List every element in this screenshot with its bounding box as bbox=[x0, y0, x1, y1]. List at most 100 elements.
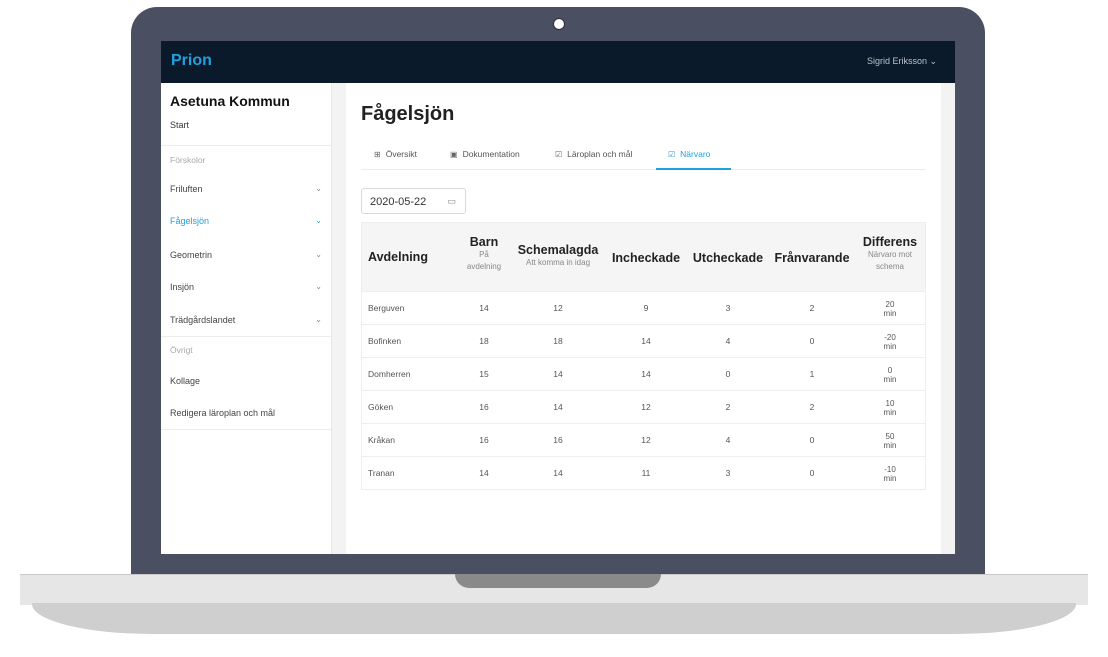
cell-barn: 14 bbox=[479, 468, 489, 478]
content-panel: Fågelsjön ⊞ Översikt ▣ Dokumentation ☑ Läro… bbox=[346, 83, 941, 554]
tab-oversikt[interactable]: ⊞ Översikt bbox=[374, 149, 417, 159]
sidebar-item-redigera-laroplan[interactable]: Redigera läroplan och mål bbox=[170, 408, 322, 418]
cell-schemalagda: 14 bbox=[553, 402, 563, 412]
column-header-utcheckade[interactable]: Utcheckade bbox=[688, 223, 768, 291]
sidebar-item-friluften[interactable]: Friluften ⌄ bbox=[170, 184, 322, 194]
brand-logo[interactable]: Prion bbox=[171, 52, 212, 70]
sidebar-item-label: Insjön bbox=[170, 282, 195, 292]
cell-utcheckade: 4 bbox=[725, 336, 731, 346]
header-sublabel: Att komma in idag bbox=[525, 258, 591, 267]
divider bbox=[161, 429, 331, 430]
divider bbox=[161, 336, 331, 337]
tab-bar: ⊞ Översikt ▣ Dokumentation ☑ Läroplan och m… bbox=[361, 145, 926, 170]
cell-avdelning: Domherren bbox=[368, 369, 411, 379]
tab-label: Läroplan och mål bbox=[567, 149, 633, 159]
sidebar-item-label: Geometrin bbox=[170, 250, 213, 260]
diff-unit: min bbox=[883, 474, 897, 483]
attendance-table: Avdelning Barn På avdelning Schemalagda … bbox=[361, 222, 926, 490]
user-menu[interactable]: Sigrid Eriksson ⌄ bbox=[867, 56, 937, 67]
cell-franvarande: 2 bbox=[809, 303, 815, 313]
column-header-differens[interactable]: Differens Närvaro mot schema bbox=[858, 223, 922, 291]
header-label: Differens bbox=[862, 235, 918, 249]
table-row: Berguven 14 12 9 3 2 20 min bbox=[362, 291, 925, 324]
sidebar-item-label: Trädgårdslandet bbox=[170, 315, 236, 325]
sidebar-item-label: Fågelsjön bbox=[170, 216, 210, 226]
cell-avdelning: Göken bbox=[368, 402, 394, 412]
sidebar-item-label: Redigera läroplan och mål bbox=[170, 408, 276, 418]
tab-laroplan[interactable]: ☑ Läroplan och mål bbox=[555, 149, 632, 159]
sidebar-item-start[interactable]: Start bbox=[170, 120, 189, 130]
diff-unit: min bbox=[883, 309, 897, 318]
column-header-schemalagda[interactable]: Schemalagda Att komma in idag bbox=[510, 223, 606, 291]
cell-utcheckade: 4 bbox=[725, 435, 731, 445]
tab-narvaro[interactable]: ☑ Närvaro bbox=[668, 149, 710, 159]
cell-utcheckade: 2 bbox=[725, 402, 731, 412]
cell-avdelning: Tranan bbox=[368, 468, 395, 478]
laptop-base-bottom bbox=[32, 603, 1076, 634]
header-label: Schemalagda bbox=[517, 243, 599, 257]
header-label: Frånvarande bbox=[774, 251, 850, 265]
diff-value: 10 bbox=[885, 399, 895, 408]
diff-unit: min bbox=[883, 441, 897, 450]
diff-unit: min bbox=[883, 375, 897, 384]
grid-icon: ⊞ bbox=[374, 150, 381, 159]
sidebar-item-label: Friluften bbox=[170, 184, 203, 194]
date-picker[interactable]: 2020-05-22 ▭ bbox=[361, 188, 466, 214]
cell-incheckade: 14 bbox=[641, 336, 651, 346]
table-row: Göken 16 14 12 2 2 10 min bbox=[362, 390, 925, 423]
active-tab-indicator bbox=[656, 168, 731, 170]
sidebar-item-insjon[interactable]: Insjön ⌄ bbox=[170, 282, 322, 292]
divider bbox=[161, 145, 331, 146]
column-header-avdelning[interactable]: Avdelning bbox=[362, 223, 462, 291]
header-label: Utcheckade bbox=[692, 251, 764, 265]
checkbox-icon: ☑ bbox=[555, 150, 563, 159]
cell-incheckade: 12 bbox=[641, 402, 651, 412]
cell-utcheckade: 0 bbox=[725, 369, 731, 379]
diff-unit: min bbox=[883, 342, 897, 351]
header-label: Avdelning bbox=[368, 250, 428, 264]
cell-avdelning: Berguven bbox=[368, 303, 405, 313]
cell-differens: -10 min bbox=[858, 457, 922, 489]
cell-utcheckade: 3 bbox=[725, 303, 731, 313]
top-navbar: Prion Sigrid Eriksson ⌄ bbox=[161, 41, 955, 83]
column-header-incheckade[interactable]: Incheckade bbox=[606, 223, 686, 291]
cell-utcheckade: 3 bbox=[725, 468, 731, 478]
sidebar-item-geometrin[interactable]: Geometrin ⌄ bbox=[170, 250, 322, 260]
cell-differens: 50 min bbox=[858, 424, 922, 456]
sidebar-item-fagelsjon[interactable]: Fågelsjön ⌄ bbox=[170, 216, 322, 226]
column-header-franvarande[interactable]: Frånvarande bbox=[770, 223, 854, 291]
column-header-barn[interactable]: Barn På avdelning bbox=[462, 223, 506, 291]
cell-schemalagda: 14 bbox=[553, 468, 563, 478]
diff-value: -20 bbox=[884, 333, 896, 342]
calendar-icon: ▭ bbox=[447, 196, 456, 206]
cell-barn: 16 bbox=[479, 402, 489, 412]
page-title: Fågelsjön bbox=[361, 103, 455, 125]
table-row: Domherren 15 14 14 0 1 0 min bbox=[362, 357, 925, 390]
tab-dokumentation[interactable]: ▣ Dokumentation bbox=[450, 149, 520, 159]
camera-icon bbox=[553, 18, 565, 30]
header-label: Barn bbox=[469, 235, 499, 249]
cell-franvarande: 1 bbox=[809, 369, 815, 379]
table-header: Avdelning Barn På avdelning Schemalagda … bbox=[362, 223, 925, 291]
cell-incheckade: 9 bbox=[643, 303, 649, 313]
table-body: Berguven 14 12 9 3 2 20 min Bofinken 18 18 14 4 0 -20 m… bbox=[362, 291, 925, 489]
chevron-down-icon: ⌄ bbox=[315, 250, 322, 259]
diff-value: 50 bbox=[885, 432, 895, 441]
main-area: Fågelsjön ⊞ Översikt ▣ Dokumentation ☑ Läro… bbox=[332, 83, 955, 554]
cell-schemalagda: 12 bbox=[553, 303, 563, 313]
sidebar-item-kollage[interactable]: Kollage bbox=[170, 376, 322, 386]
table-row: Tranan 14 14 11 3 0 -10 min bbox=[362, 456, 925, 489]
sidebar-item-tradgardslandet[interactable]: Trädgårdslandet ⌄ bbox=[170, 315, 322, 325]
chevron-down-icon: ⌄ bbox=[315, 216, 322, 225]
chevron-down-icon: ⌄ bbox=[315, 184, 322, 193]
diff-value: 0 bbox=[887, 366, 893, 375]
sidebar-item-label: Kollage bbox=[170, 376, 201, 386]
cell-barn: 18 bbox=[479, 336, 489, 346]
cell-differens: 10 min bbox=[858, 391, 922, 423]
cell-barn: 14 bbox=[479, 303, 489, 313]
table-row: Bofinken 18 18 14 4 0 -20 min bbox=[362, 324, 925, 357]
cell-schemalagda: 18 bbox=[553, 336, 563, 346]
section-label-forskolor: Förskolor bbox=[170, 155, 206, 165]
section-label-ovrigt: Övrigt bbox=[170, 345, 193, 355]
cell-differens: 0 min bbox=[858, 358, 922, 390]
